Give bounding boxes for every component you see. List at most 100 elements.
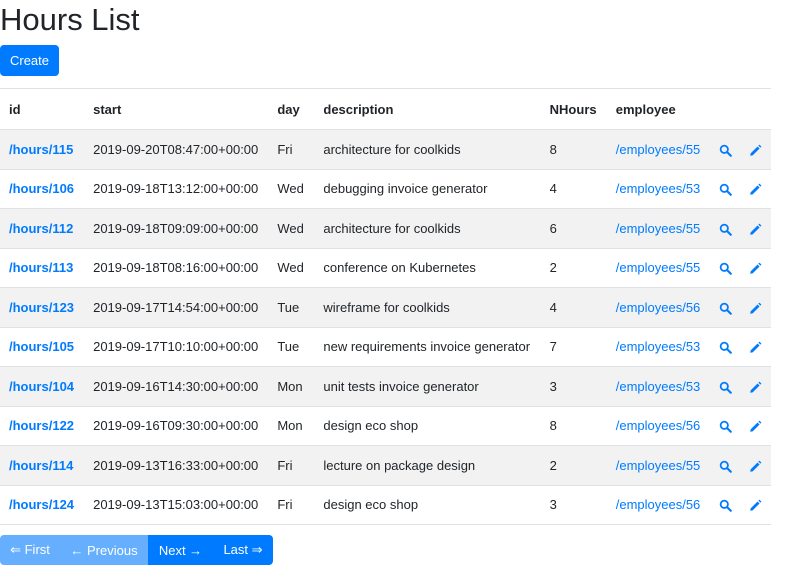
hour-link[interactable]: /hours/106 [9, 181, 74, 196]
search-icon[interactable] [719, 144, 733, 157]
hour-link[interactable]: /hours/104 [9, 379, 74, 394]
table-row: /hours/123 2019-09-17T14:54:00+00:00 Tue wi… [0, 287, 771, 328]
cell-edit [740, 208, 771, 249]
table-row: /hours/122 2019-09-16T09:30:00+00:00 Mon de… [0, 406, 771, 446]
column-header-id: id [0, 88, 85, 130]
cell-start: 2019-09-20T08:47:00+00:00 [84, 129, 269, 170]
cell-employee: /employees/56 [606, 287, 711, 328]
search-icon[interactable] [719, 460, 733, 473]
hour-link[interactable]: /hours/115 [9, 142, 73, 157]
cell-description: architecture for coolkids [314, 208, 541, 249]
employee-link[interactable]: /employees/53 [616, 181, 701, 196]
pencil-icon[interactable] [749, 460, 762, 473]
employee-link[interactable]: /employees/53 [616, 379, 701, 394]
hour-link[interactable]: /hours/124 [9, 497, 74, 512]
cell-day: Mon [268, 366, 315, 407]
employee-link[interactable]: /employees/53 [616, 339, 701, 354]
cell-view [710, 485, 741, 525]
cell-id: /hours/105 [0, 327, 85, 367]
cell-edit [740, 287, 771, 328]
hour-link[interactable]: /hours/122 [9, 418, 74, 433]
previous-page-button[interactable]: ← Previous [60, 535, 148, 565]
pencil-icon[interactable] [749, 381, 762, 394]
cell-id: /hours/115 [0, 129, 85, 170]
cell-employee: /employees/55 [606, 248, 711, 288]
pencil-icon[interactable] [749, 420, 762, 433]
pencil-icon[interactable] [749, 223, 762, 236]
pencil-icon[interactable] [749, 183, 762, 196]
column-header-start: start [84, 88, 269, 130]
employee-link[interactable]: /employees/55 [616, 142, 701, 157]
pencil-icon[interactable] [749, 302, 762, 315]
table-row: /hours/105 2019-09-17T10:10:00+00:00 Tue ne… [0, 327, 771, 367]
cell-nhours: 3 [540, 366, 607, 407]
cell-description: new requirements invoice generator [314, 327, 541, 367]
search-icon[interactable] [719, 499, 733, 513]
next-page-button[interactable]: Next → [148, 535, 213, 565]
cell-id: /hours/104 [0, 366, 85, 407]
search-icon[interactable] [719, 223, 733, 236]
cell-start: 2019-09-16T14:30:00+00:00 [84, 366, 269, 407]
cell-employee: /employees/56 [606, 406, 711, 446]
cell-description: lecture on package design [314, 445, 541, 486]
cell-start: 2019-09-16T09:30:00+00:00 [84, 406, 269, 446]
cell-day: Fri [268, 445, 315, 486]
cell-id: /hours/124 [0, 485, 85, 525]
cell-start: 2019-09-18T09:09:00+00:00 [84, 208, 269, 249]
cell-view [710, 208, 741, 249]
employee-link[interactable]: /employees/55 [616, 260, 701, 275]
search-icon[interactable] [719, 341, 733, 355]
hour-link[interactable]: /hours/113 [9, 260, 73, 275]
table-row: /hours/114 2019-09-13T16:33:00+00:00 Fri le… [0, 445, 771, 486]
column-header-view [710, 88, 741, 130]
cell-nhours: 8 [540, 129, 607, 170]
cell-description: unit tests invoice generator [314, 366, 541, 407]
pagination: ⇐ First ← Previous Next → Last ⇒ [0, 535, 273, 565]
pencil-icon[interactable] [749, 341, 762, 354]
first-page-button[interactable]: ⇐ First [0, 535, 60, 565]
cell-day: Mon [268, 406, 315, 446]
pencil-icon[interactable] [749, 144, 762, 157]
hour-link[interactable]: /hours/105 [9, 339, 74, 354]
search-icon[interactable] [719, 420, 733, 434]
table-header-row: id start day description NHours employee [0, 88, 771, 130]
cell-nhours: 2 [540, 248, 607, 288]
cell-view [710, 445, 741, 486]
table-row: /hours/115 2019-09-20T08:47:00+00:00 Fri ar… [0, 129, 771, 170]
table-row: /hours/113 2019-09-18T08:16:00+00:00 Wed co… [0, 248, 771, 288]
hour-link[interactable]: /hours/114 [9, 458, 73, 473]
cell-id: /hours/123 [0, 287, 85, 328]
create-button[interactable]: Create [0, 45, 59, 76]
employee-link[interactable]: /employees/56 [616, 300, 701, 315]
cell-description: debugging invoice generator [314, 169, 541, 209]
cell-employee: /employees/55 [606, 208, 711, 249]
cell-employee: /employees/53 [606, 366, 711, 407]
cell-edit [740, 485, 771, 525]
search-icon[interactable] [719, 302, 733, 315]
employee-link[interactable]: /employees/55 [616, 221, 701, 236]
employee-link[interactable]: /employees/56 [616, 418, 701, 433]
employee-link[interactable]: /employees/55 [616, 458, 701, 473]
search-icon[interactable] [719, 183, 733, 197]
pencil-icon[interactable] [749, 262, 762, 275]
column-header-day: day [268, 88, 315, 130]
hours-table: id start day description NHours employee… [0, 88, 771, 525]
cell-day: Wed [268, 248, 315, 288]
employee-link[interactable]: /employees/56 [616, 497, 701, 512]
cell-description: conference on Kubernetes [314, 248, 541, 288]
cell-id: /hours/114 [0, 445, 85, 486]
table-row: /hours/106 2019-09-18T13:12:00+00:00 Wed de… [0, 169, 771, 209]
cell-edit [740, 445, 771, 486]
search-icon[interactable] [719, 262, 733, 276]
hour-link[interactable]: /hours/123 [9, 300, 74, 315]
column-header-nhours: NHours [540, 88, 607, 130]
cell-id: /hours/122 [0, 406, 85, 446]
cell-day: Fri [268, 485, 315, 525]
cell-day: Wed [268, 208, 315, 249]
hour-link[interactable]: /hours/112 [9, 221, 73, 236]
last-page-button[interactable]: Last ⇒ [213, 535, 273, 565]
search-icon[interactable] [719, 381, 733, 394]
pencil-icon[interactable] [749, 499, 762, 512]
page-title: Hours List [0, 2, 140, 37]
cell-start: 2019-09-17T10:10:00+00:00 [84, 327, 269, 367]
